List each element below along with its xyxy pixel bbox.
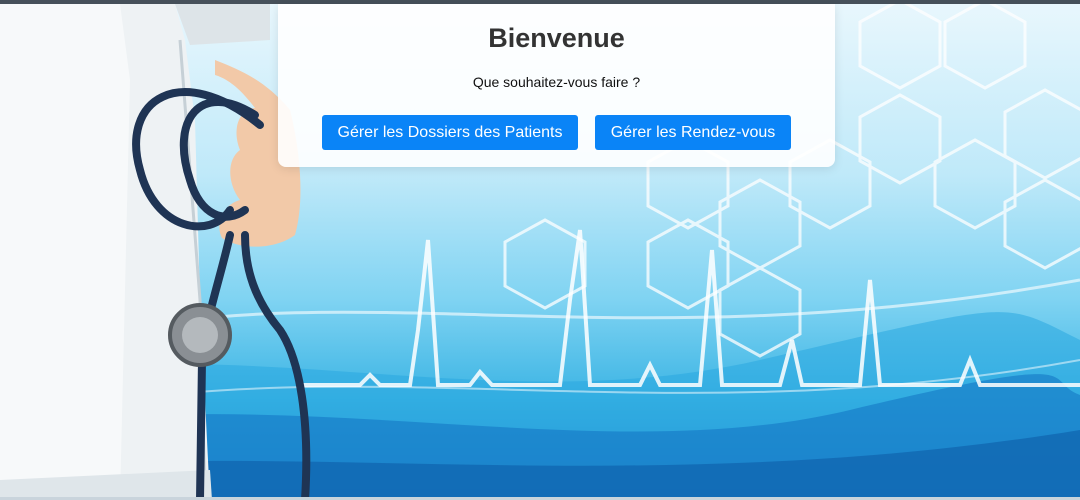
- page-title: Bienvenue: [488, 23, 625, 53]
- manage-patient-records-button[interactable]: Gérer les Dossiers des Patients: [322, 115, 578, 150]
- welcome-card: Bienvenue Que souhaitez-vous faire ? Gér…: [278, 4, 835, 167]
- welcome-subtitle: Que souhaitez-vous faire ?: [472, 74, 641, 90]
- home-page: Bienvenue Que souhaitez-vous faire ? Gér…: [0, 0, 1080, 500]
- manage-appointments-button[interactable]: Gérer les Rendez-vous: [595, 115, 791, 150]
